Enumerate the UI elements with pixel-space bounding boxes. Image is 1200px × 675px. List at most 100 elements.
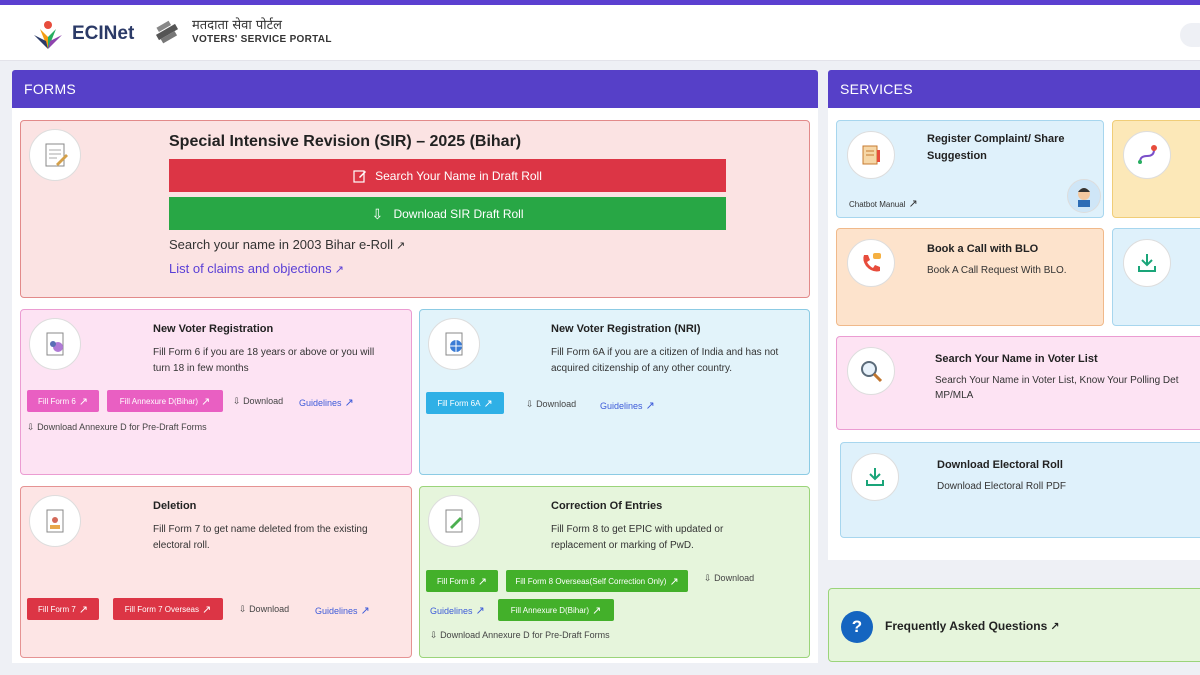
chatbot-avatar-icon[interactable] <box>1067 179 1101 213</box>
form-globe-icon <box>428 318 480 370</box>
new-voter-guidelines-link[interactable]: Guidelines ↗ <box>299 396 354 409</box>
fill-form-6-button[interactable]: Fill Form 6 ↗ <box>27 390 99 412</box>
download-annexure-d-link[interactable]: ⇩ Download Annexure D for Pre-Draft Form… <box>27 422 207 433</box>
download-icon: ⇩ <box>704 573 712 583</box>
fill-form-8-label: Fill Form 8 <box>437 576 475 586</box>
nri-desc: Fill Form 6A if you are a citizen of Ind… <box>551 347 779 374</box>
route-service-card[interactable] <box>1112 120 1200 218</box>
guidelines-label: Guidelines <box>315 606 358 616</box>
new-voter-title: New Voter Registration <box>153 323 274 335</box>
bihar-eroll-label: Search your name in 2003 Bihar e-Roll <box>169 237 394 252</box>
correction-download-annexure-d-link[interactable]: ⇩ Download Annexure D for Pre-Draft Form… <box>430 630 610 641</box>
claims-objections-label: List of claims and objections <box>169 261 332 276</box>
download-sir-draft-roll-label: Download SIR Draft Roll <box>393 206 524 221</box>
nri-guidelines-link[interactable]: Guidelines ↗ <box>600 399 655 412</box>
external-link-icon: ↗ <box>908 198 918 210</box>
download-label: Download <box>714 573 755 583</box>
ecinet-logo-icon <box>34 21 62 49</box>
fill-annexure-d-label: Fill Annexure D(Bihar) <box>119 396 199 406</box>
sir-title: Special Intensive Revision (SIR) – 2025 … <box>169 133 522 150</box>
fill-form-6a-label: Fill Form 6A <box>437 398 481 408</box>
search-draft-roll-label: Search Your Name in Draft Roll <box>375 168 542 183</box>
fill-annexure-d-label: Fill Annexure D(Bihar) <box>510 605 590 615</box>
site-header: ECINet मतदाता सेवा पोर्टल VOTERS' SERVIC… <box>0 5 1200 61</box>
register-complaint-card[interactable]: Register Complaint/ Share Suggestion Cha… <box>836 120 1104 218</box>
guidelines-label: Guidelines <box>430 606 473 616</box>
question-mark-icon: ? <box>841 611 873 643</box>
download-icon: ⇩ <box>526 399 534 409</box>
edit-icon <box>353 169 367 183</box>
portal-title-english: VOTERS' SERVICE PORTAL <box>192 33 332 45</box>
fill-form-7-button[interactable]: Fill Form 7 ↗ <box>27 598 99 620</box>
claims-objections-link[interactable]: List of claims and objections ↗ <box>169 261 344 276</box>
download-icon: ⇩ <box>233 396 241 406</box>
external-link-icon: ↗ <box>78 603 88 616</box>
download-tray-icon <box>851 453 899 501</box>
magnifier-icon <box>847 347 895 395</box>
external-link-icon: ↗ <box>645 400 655 412</box>
external-link-icon: ↗ <box>201 395 211 408</box>
nri-download-link[interactable]: ⇩ Download <box>526 399 576 410</box>
new-voter-registration-card: New Voter Registration Fill Form 6 if yo… <box>20 309 412 475</box>
electoral-roll-title: Download Electoral Roll <box>937 459 1063 471</box>
search-voter-desc: Search Your Name in Voter List, Know You… <box>935 375 1179 401</box>
new-voter-download-link[interactable]: ⇩ Download <box>233 396 283 407</box>
form-edit-icon <box>428 495 480 547</box>
electoral-roll-desc: Download Electoral Roll PDF <box>937 481 1066 492</box>
deletion-download-link[interactable]: ⇩ Download <box>239 604 289 615</box>
search-voter-list-card[interactable]: Search Your Name in Voter List Search Yo… <box>836 336 1200 430</box>
chatbot-manual-link[interactable]: Chatbot Manual ↗ <box>849 197 918 210</box>
deletion-title: Deletion <box>153 500 197 512</box>
blo-desc: Book A Call Request With BLO. <box>927 265 1067 276</box>
fill-form-8-button[interactable]: Fill Form 8 ↗ <box>426 570 498 592</box>
download-service-card[interactable] <box>1112 228 1200 326</box>
fill-annexure-d-button[interactable]: Fill Annexure D(Bihar) ↗ <box>107 390 223 412</box>
chatbot-manual-label: Chatbot Manual <box>849 200 906 209</box>
complaint-icon <box>847 131 895 179</box>
download-tray-icon <box>1123 239 1171 287</box>
header-menu-button[interactable] <box>1180 23 1200 47</box>
correction-of-entries-card: Correction Of Entries Fill Form 8 to get… <box>419 486 810 658</box>
correction-title: Correction Of Entries <box>551 500 663 512</box>
ecinet-logo[interactable]: ECINet <box>30 17 134 51</box>
guidelines-label: Guidelines <box>299 398 342 408</box>
voters-service-portal-logo[interactable]: मतदाता सेवा पोर्टल VOTERS' SERVICE PORTA… <box>150 15 332 49</box>
correction-download-link[interactable]: ⇩ Download <box>704 573 754 584</box>
correction-fill-annexure-d-button[interactable]: Fill Annexure D(Bihar) ↗ <box>498 599 614 621</box>
download-label: Download <box>243 396 284 406</box>
download-electoral-roll-card[interactable]: Download Electoral Roll Download Elector… <box>840 442 1200 538</box>
download-icon: ⇩ <box>371 205 384 222</box>
fill-form-8-overseas-button[interactable]: Fill Form 8 Overseas(Self Correction Onl… <box>506 570 688 592</box>
new-voter-desc: Fill Form 6 if you are 18 years or above… <box>153 347 375 374</box>
book-call-blo-card[interactable]: Book a Call with BLO Book A Call Request… <box>836 228 1104 326</box>
external-link-icon: ↗ <box>1050 621 1060 633</box>
search-draft-roll-button[interactable]: Search Your Name in Draft Roll <box>169 159 726 192</box>
fill-form-6a-button[interactable]: Fill Form 6A ↗ <box>426 392 504 414</box>
services-heading: SERVICES <box>828 70 1200 108</box>
bihar-eroll-link[interactable]: Search your name in 2003 Bihar e-Roll ↗ <box>169 237 405 252</box>
correction-desc: Fill Form 8 to get EPIC with updated or … <box>551 524 724 551</box>
deletion-guidelines-link[interactable]: Guidelines ↗ <box>315 604 370 617</box>
external-link-icon: ↗ <box>396 240 406 252</box>
external-link-icon: ↗ <box>344 397 354 409</box>
complaint-title: Register Complaint/ Share Suggestion <box>927 133 1065 162</box>
download-sir-draft-roll-button[interactable]: ⇩ Download SIR Draft Roll <box>169 197 726 230</box>
voting-hand-icon <box>155 20 179 44</box>
nri-registration-card: New Voter Registration (NRI) Fill Form 6… <box>419 309 810 475</box>
blo-title: Book a Call with BLO <box>927 243 1039 255</box>
download-icon: ⇩ <box>239 604 247 614</box>
faq-link[interactable]: Frequently Asked Questions ↗ <box>885 619 1059 633</box>
guidelines-label: Guidelines <box>600 401 643 411</box>
external-link-icon: ↗ <box>483 397 493 410</box>
fill-form-6-label: Fill Form 6 <box>38 396 76 406</box>
correction-guidelines-link[interactable]: Guidelines ↗ <box>430 604 485 617</box>
faq-card[interactable]: ? Frequently Asked Questions ↗ <box>828 588 1200 662</box>
fill-form-7-overseas-button[interactable]: Fill Form 7 Overseas ↗ <box>113 598 223 620</box>
external-link-icon: ↗ <box>334 264 344 276</box>
form-user-icon <box>29 318 81 370</box>
route-icon <box>1123 131 1171 179</box>
fill-form-8-overseas-label: Fill Form 8 Overseas(Self Correction Onl… <box>515 576 667 586</box>
external-link-icon: ↗ <box>475 605 485 617</box>
external-link-icon: ↗ <box>360 605 370 617</box>
download-icon: ⇩ <box>430 630 438 640</box>
